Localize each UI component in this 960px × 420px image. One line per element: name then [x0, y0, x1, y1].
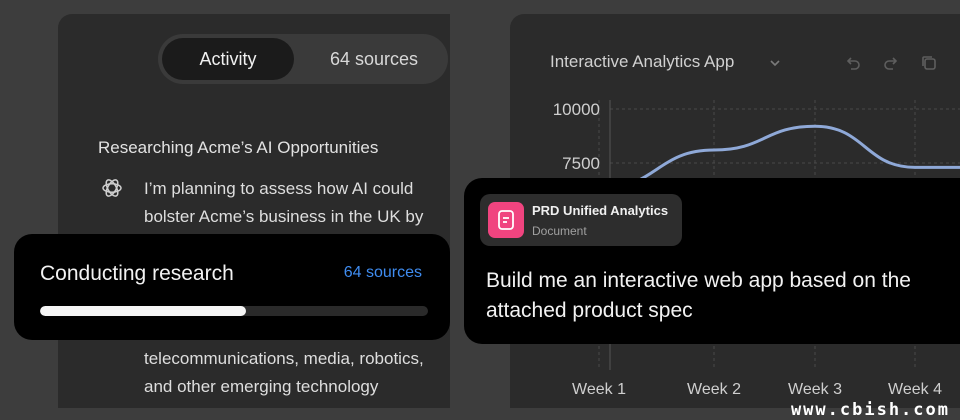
attachment-type: Document — [532, 224, 587, 238]
attachment-chip[interactable]: PRD Unified Analytics Document — [480, 194, 682, 246]
sources-link[interactable]: 64 sources — [344, 264, 422, 282]
x-tick-label: Week 1 — [572, 381, 626, 398]
research-progress-card: Conducting research 64 sources — [14, 234, 450, 340]
stage: Activity 64 sources Researching Acme’s A… — [0, 0, 960, 420]
tab-sources[interactable]: 64 sources — [308, 38, 440, 80]
y-tick-label: 10000 — [553, 100, 600, 119]
activity-panel: Activity 64 sources Researching Acme’s A… — [58, 14, 450, 408]
progress-bar — [40, 306, 428, 316]
x-tick-label: Week 3 — [788, 381, 842, 398]
prompt-card: PRD Unified Analytics Document Build me … — [464, 178, 960, 344]
prompt-message: Build me an interactive web app based on… — [486, 269, 911, 322]
watermark: www.cbish.com — [790, 400, 950, 420]
body-line: I’m planning to assess how AI could — [144, 179, 414, 198]
research-title: Researching Acme’s AI Opportunities — [98, 138, 379, 157]
x-tick-label: Week 2 — [687, 381, 741, 398]
body-line: and other emerging technology — [144, 377, 379, 396]
progress-title: Conducting research — [40, 262, 234, 285]
x-tick-label: Week 4 — [888, 381, 942, 398]
progress-bar-fill — [40, 306, 246, 316]
document-icon — [488, 202, 524, 238]
body-line: telecommunications, media, robotics, — [144, 349, 424, 368]
y-tick-label: 7500 — [562, 154, 600, 173]
panel-tabs: Activity 64 sources — [158, 34, 448, 84]
body-line: bolster Acme’s business in the UK by — [144, 207, 424, 226]
openai-logo-icon — [102, 179, 122, 197]
tab-activity[interactable]: Activity — [162, 38, 294, 80]
attachment-name: PRD Unified Analytics — [532, 203, 669, 218]
